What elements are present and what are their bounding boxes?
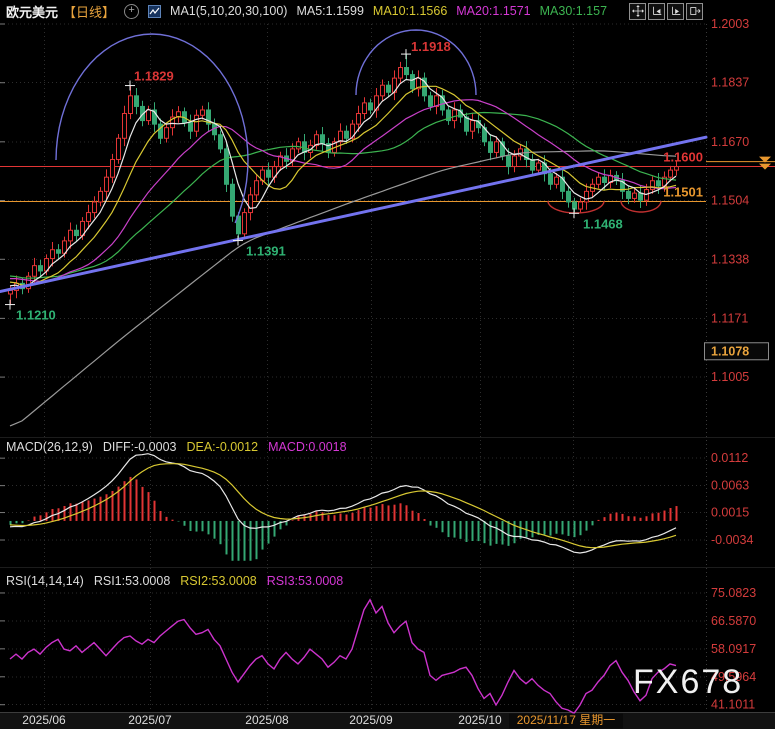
svg-text:1.1918: 1.1918 — [411, 39, 451, 54]
svg-text:0.0112: 0.0112 — [711, 451, 748, 465]
chart-type-icon[interactable] — [148, 5, 161, 18]
svg-text:1.1391: 1.1391 — [246, 244, 286, 259]
macd-pane-header: MACD(26,12,9) DIFF:-0.0003 DEA:-0.0012 M… — [6, 440, 347, 454]
macd-diff-value: DIFF:-0.0003 — [103, 440, 177, 454]
svg-text:2025/09: 2025/09 — [349, 713, 393, 727]
axis-scale-left-icon[interactable] — [648, 3, 665, 20]
chart-window: 1.20031.18371.16701.15041.13381.11711.10… — [0, 0, 775, 729]
svg-text:2025/10: 2025/10 — [458, 713, 502, 727]
svg-text:1.1468: 1.1468 — [583, 216, 623, 231]
svg-text:1.1670: 1.1670 — [711, 135, 749, 149]
svg-text:1.1837: 1.1837 — [711, 76, 749, 90]
rsi1-value: RSI1:53.0008 — [94, 574, 170, 588]
chart-header: 欧元美元 【日线】 + MA1(5,10,20,30,100) MA5:1.15… — [0, 0, 775, 22]
pan-icon[interactable] — [629, 3, 646, 20]
svg-text:1.1501: 1.1501 — [663, 185, 703, 200]
svg-text:66.5870: 66.5870 — [711, 614, 756, 628]
svg-text:1.1171: 1.1171 — [711, 311, 748, 325]
macd-macd-value: MACD:0.0018 — [268, 440, 347, 454]
svg-text:2025/07: 2025/07 — [128, 713, 172, 727]
add-indicator-icon[interactable]: + — [124, 4, 139, 19]
svg-text:58.0917: 58.0917 — [711, 642, 756, 656]
ma10-value: MA10:1.1566 — [373, 4, 447, 18]
svg-text:1.1338: 1.1338 — [711, 252, 749, 266]
rsi-title[interactable]: RSI(14,14,14) — [6, 574, 84, 588]
svg-text:75.0823: 75.0823 — [711, 586, 756, 600]
ma5-value: MA5:1.1599 — [296, 4, 363, 18]
rsi3-value: RSI3:53.0008 — [267, 574, 343, 588]
rsi2-value: RSI2:53.0008 — [180, 574, 256, 588]
svg-text:1.1829: 1.1829 — [134, 69, 174, 84]
svg-text:1.1078: 1.1078 — [711, 344, 749, 358]
rsi-pane-header: RSI(14,14,14) RSI1:53.0008 RSI2:53.0008 … — [6, 574, 343, 588]
fx678-watermark: FX678 — [633, 663, 743, 702]
svg-text:1.1600: 1.1600 — [663, 150, 703, 165]
svg-text:2025/06: 2025/06 — [22, 713, 66, 727]
axis-scale-right-icon[interactable] — [667, 3, 684, 20]
svg-text:1.1210: 1.1210 — [16, 308, 56, 323]
svg-text:0.0015: 0.0015 — [711, 506, 749, 520]
svg-text:1.1504: 1.1504 — [711, 194, 749, 208]
chart-canvas[interactable]: 1.20031.18371.16701.15041.13381.11711.10… — [0, 0, 775, 729]
svg-text:2025/11/17 星期一: 2025/11/17 星期一 — [517, 713, 616, 727]
chart-toolbar — [629, 3, 703, 20]
ma20-value: MA20:1.1571 — [456, 4, 530, 18]
macd-title[interactable]: MACD(26,12,9) — [6, 440, 93, 454]
svg-text:1.1005: 1.1005 — [711, 370, 749, 384]
svg-text:-0.0034: -0.0034 — [711, 533, 753, 547]
period-badge[interactable]: 【日线】 — [63, 2, 115, 21]
macd-dea-value: DEA:-0.0012 — [186, 440, 258, 454]
svg-text:0.0063: 0.0063 — [711, 479, 749, 493]
ma-settings-label[interactable]: MA1(5,10,20,30,100) — [170, 4, 287, 18]
symbol-title: 欧元美元 — [6, 2, 58, 21]
svg-text:2025/08: 2025/08 — [245, 713, 289, 727]
detach-window-icon[interactable] — [686, 3, 703, 20]
ma30-value: MA30:1.157 — [540, 4, 607, 18]
